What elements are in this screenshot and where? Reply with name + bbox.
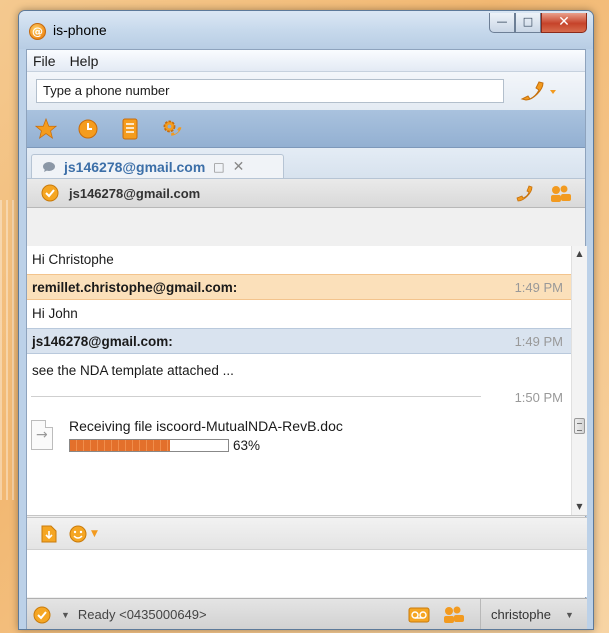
presence-status-icon[interactable] <box>33 606 51 624</box>
conversation-tab-strip: js146278@gmail.com □ ✕ <box>27 148 585 178</box>
window-title: is-phone <box>53 22 107 38</box>
file-transfer-label: Receiving file iscoord-MutualNDA-RevB.do… <box>69 418 343 434</box>
file-progress-bar <box>69 439 229 452</box>
scroll-down-arrow-icon[interactable]: ▼ <box>572 499 587 515</box>
chevron-down-icon: ▼ <box>91 528 98 539</box>
user-name: christophe <box>491 607 551 622</box>
app-logo-icon: @ <box>29 23 46 40</box>
minimize-button[interactable]: — <box>489 13 515 33</box>
message-header-local: js146278@gmail.com: 1:49 PM <box>27 328 571 354</box>
chat-bubble-icon <box>43 161 55 172</box>
menu-file[interactable]: File <box>33 53 56 69</box>
status-right: christophe ▼ <box>408 599 587 629</box>
separator-line <box>31 396 481 397</box>
call-contact-icon[interactable] <box>515 184 537 204</box>
file-document-icon: → <box>31 420 53 450</box>
tab-conversation[interactable]: js146278@gmail.com □ ✕ <box>31 154 284 178</box>
message-text: see the NDA template attached ... <box>32 363 234 378</box>
status-bar: ▼ Ready <0435000649> christophe ▼ <box>27 598 587 629</box>
chat-scrollbar[interactable]: ▲ ▼ <box>571 246 587 515</box>
phone-call-icon <box>520 81 556 101</box>
message-compose-input[interactable] <box>27 549 587 597</box>
user-account-selector[interactable]: christophe ▼ <box>480 599 587 629</box>
message-text: Hi John <box>32 306 78 321</box>
voicemail-icon[interactable] <box>408 607 430 623</box>
file-transfer: → Receiving file iscoord-MutualNDA-RevB.… <box>27 414 571 476</box>
chevron-down-icon: ▼ <box>564 609 574 620</box>
compose-toolbar: ▼ <box>27 517 587 549</box>
contact-name: js146278@gmail.com <box>69 185 201 201</box>
message-separator: 1:50 PM <box>27 388 571 414</box>
close-tab-icon[interactable]: ✕ <box>233 159 245 175</box>
quick-toolbar <box>27 110 585 148</box>
presence-dropdown-icon[interactable]: ▼ <box>61 610 70 620</box>
history-clock-icon[interactable] <box>77 118 99 140</box>
scroll-up-arrow-icon[interactable]: ▲ <box>572 246 587 262</box>
chat-messages: Hi Christophe remillet.christophe@gmail.… <box>27 246 571 515</box>
message-time: 1:49 PM <box>514 280 563 295</box>
favorites-star-icon[interactable] <box>35 117 57 140</box>
status-text: Ready <0435000649> <box>77 607 207 622</box>
send-file-icon[interactable] <box>41 525 57 543</box>
window-controls: — □ ✕ <box>489 13 587 33</box>
dial-area: Type a phone number <box>27 72 585 110</box>
menu-bar: File Help <box>27 50 585 72</box>
dial-call-button[interactable] <box>519 80 559 104</box>
message-text: Hi Christophe <box>32 252 114 267</box>
title-bar[interactable]: @ is-phone — □ ✕ <box>19 11 593 49</box>
contact-actions <box>515 184 573 204</box>
app-window: @ is-phone — □ ✕ File Help Type a phone … <box>18 10 594 630</box>
conference-icon[interactable] <box>549 184 573 204</box>
phone-number-input[interactable]: Type a phone number <box>36 79 504 103</box>
file-progress-percent: 63% <box>233 438 261 453</box>
file-progress-fill <box>70 440 170 451</box>
settings-gear-icon[interactable] <box>161 118 183 140</box>
message-sender: remillet.christophe@gmail.com: <box>32 280 238 295</box>
window-client: File Help Type a phone number js146278@g… <box>26 49 587 629</box>
message-sender: js146278@gmail.com: <box>32 334 173 349</box>
message-time: 1:49 PM <box>514 334 563 349</box>
message-header-remote: remillet.christophe@gmail.com: 1:49 PM <box>27 274 571 300</box>
chat-history[interactable]: Hi Christophe remillet.christophe@gmail.… <box>27 246 587 516</box>
tab-label: js146278@gmail.com <box>64 158 206 175</box>
scroll-thumb[interactable] <box>574 418 585 434</box>
close-button[interactable]: ✕ <box>541 13 587 33</box>
emoticon-button[interactable]: ▼ <box>69 525 98 543</box>
maximize-button[interactable]: □ <box>515 13 541 33</box>
contact-header: js146278@gmail.com <box>27 178 585 208</box>
detach-tab-icon[interactable]: □ <box>213 160 224 174</box>
smiley-icon <box>69 525 87 542</box>
online-status-icon <box>41 184 59 202</box>
contacts-group-icon[interactable] <box>442 606 466 624</box>
separator-time: 1:50 PM <box>514 390 563 405</box>
menu-help[interactable]: Help <box>70 53 99 69</box>
address-book-icon[interactable] <box>119 118 141 140</box>
